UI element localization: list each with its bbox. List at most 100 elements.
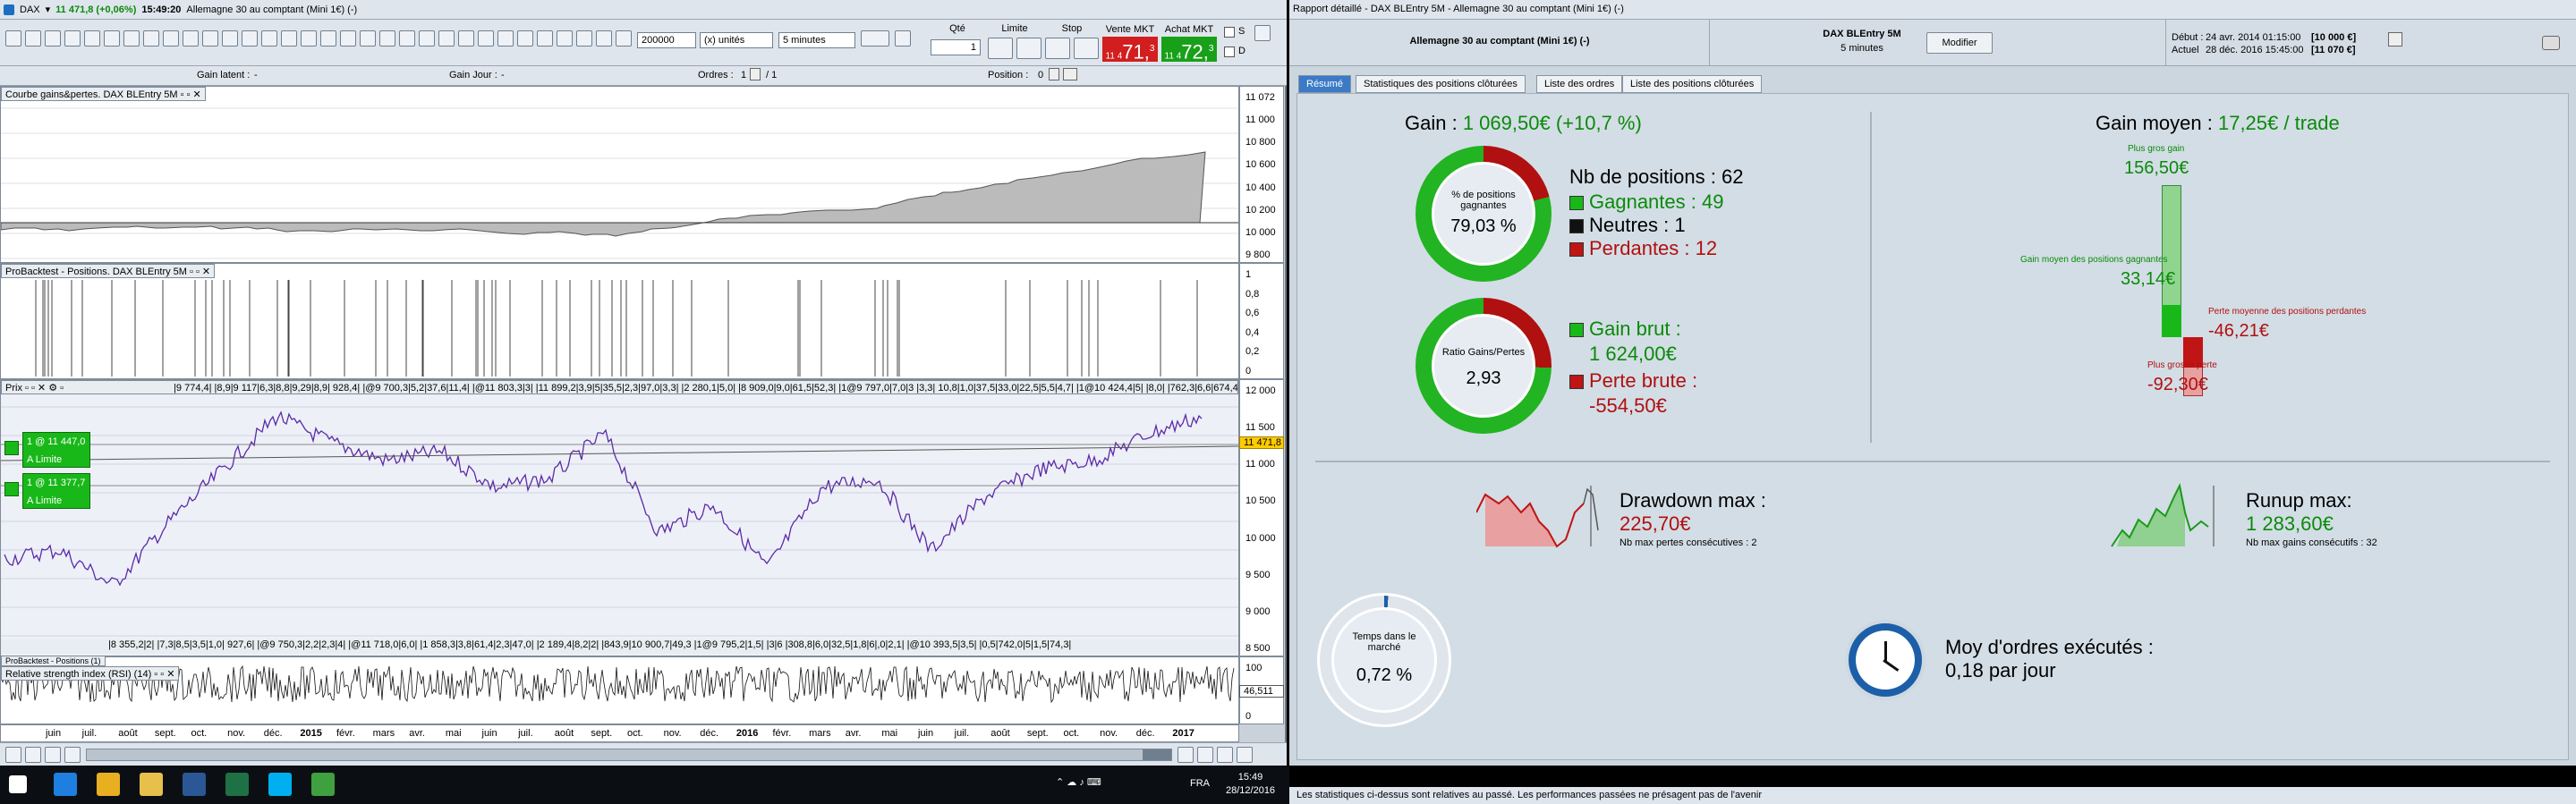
sync-icon[interactable] (5, 747, 21, 763)
s-checkbox[interactable] (1224, 27, 1235, 38)
grid-icon[interactable] (379, 30, 395, 47)
x-tick-label: sept. (154, 728, 176, 739)
qty-input[interactable]: 1 (931, 39, 981, 55)
edge-icon[interactable] (54, 773, 77, 796)
x-tick-label: mai (881, 728, 898, 739)
print-icon[interactable] (458, 30, 474, 47)
explorer-icon[interactable] (140, 773, 163, 796)
y-tick-label: 0 (1245, 366, 1252, 377)
horizontal-scrollbar[interactable] (86, 749, 1172, 761)
order-1-tag[interactable]: 1 @ 11 447,0 A Limite (22, 432, 90, 468)
fibonacci-icon[interactable] (104, 30, 120, 47)
time-in-market-center: Temps dans le marché 0,72 % (1331, 607, 1437, 713)
ellipse-icon[interactable] (261, 30, 277, 47)
magnet-icon[interactable] (183, 30, 199, 47)
trash-icon[interactable] (163, 30, 179, 47)
print-report-icon[interactable] (2542, 36, 2560, 50)
summary-hdivider (1315, 461, 2550, 462)
tab-closed-stats[interactable]: Statistiques des positions clôturées (1356, 75, 1526, 93)
current-price-marker: 11 471,8 (1239, 436, 1284, 449)
period-icon[interactable] (537, 30, 553, 47)
prorealtime-icon[interactable] (311, 773, 335, 796)
rectangle-icon[interactable] (242, 30, 258, 47)
zoom-fit-icon[interactable] (1197, 747, 1213, 763)
word-icon[interactable] (183, 773, 206, 796)
dropdown-icon[interactable]: ▾ (46, 4, 51, 15)
stop-buy-icon[interactable] (1045, 38, 1070, 59)
crosshair-icon[interactable] (64, 747, 81, 763)
orders-value-2: / 1 (766, 70, 778, 80)
cross-icon[interactable] (202, 30, 218, 47)
calendar-icon[interactable] (45, 747, 61, 763)
link-icon[interactable] (616, 30, 632, 47)
mode-icon[interactable] (576, 30, 592, 47)
zoom-icon[interactable] (222, 30, 238, 47)
indicator-icon[interactable] (419, 30, 435, 47)
bar-count-input[interactable]: 200000 (637, 32, 696, 48)
ray-tool-icon[interactable] (45, 30, 61, 47)
chart-type-icon[interactable] (399, 30, 415, 47)
stop-sell-icon[interactable] (1074, 38, 1099, 59)
buy-market-button[interactable]: Achat MKT 11 472,3 (1161, 22, 1217, 63)
zoom-reset-icon[interactable] (1177, 747, 1194, 763)
modify-button[interactable]: Modifier (1926, 32, 1993, 54)
chrome-icon[interactable] (97, 773, 120, 796)
avg-gain-label: Gain moyen : (2096, 112, 2213, 134)
position-detail-icon[interactable] (1063, 68, 1077, 80)
clock-icon[interactable] (25, 747, 41, 763)
tab-closed-positions[interactable]: Liste des positions clôturées (1622, 75, 1763, 93)
order-2-tag[interactable]: 1 @ 11 377,7 A Limite (22, 473, 90, 509)
label-icon[interactable] (301, 30, 317, 47)
excel-icon[interactable] (225, 773, 249, 796)
orders-icon[interactable] (750, 68, 761, 80)
pointer-icon[interactable] (895, 30, 911, 47)
windows-start-icon[interactable] (9, 775, 27, 793)
taskbar-clock[interactable]: 15:49 28/12/2016 (1226, 771, 1275, 798)
order-1-handle-icon[interactable] (4, 441, 19, 455)
interval-select[interactable]: 5 minutes (778, 32, 855, 48)
pencil-icon[interactable] (5, 30, 21, 47)
skype-icon[interactable] (268, 773, 292, 796)
expand-icon[interactable] (1254, 25, 1271, 41)
triangle-icon[interactable] (281, 30, 297, 47)
sell-market-button[interactable]: Vente MKT 11 471,3 (1102, 22, 1158, 63)
x-tick-label: 2015 (300, 728, 322, 739)
position-icon[interactable] (1049, 68, 1059, 80)
text-tool-icon[interactable] (84, 30, 100, 47)
color-icon[interactable] (360, 30, 376, 47)
tab-orders-list[interactable]: Liste des ordres (1536, 75, 1623, 93)
price-chart (1, 406, 1238, 637)
layout-icon[interactable] (497, 30, 514, 47)
units-select[interactable]: (x) unités (700, 32, 773, 48)
hline-tool-icon[interactable] (64, 30, 81, 47)
palette-icon[interactable] (517, 30, 533, 47)
x-tick-label: déc. (263, 728, 283, 739)
save-icon[interactable] (478, 30, 494, 47)
y-tick-label: 9 000 (1245, 605, 1271, 617)
zoom-out-icon[interactable] (1237, 747, 1253, 763)
report-header: Allemagne 30 au comptant (Mini 1€) (-) D… (1289, 20, 2576, 66)
x-tick-label: avr. (409, 728, 425, 739)
gross-gain-icon (1569, 323, 1584, 337)
limit-sell-icon[interactable] (1016, 38, 1041, 59)
language-indicator[interactable]: FRA (1190, 778, 1210, 789)
tab-summary[interactable]: Résumé (1298, 75, 1351, 93)
order-2-handle-icon[interactable] (4, 482, 19, 496)
arrow-icon[interactable] (143, 30, 159, 47)
eye-icon[interactable] (340, 30, 356, 47)
bar-chart-icon[interactable] (861, 30, 889, 47)
instrument-desc: Allemagne 30 au comptant (Mini 1€) (-) (186, 4, 358, 15)
d-checkbox[interactable] (1224, 47, 1235, 57)
export-icon[interactable] (2388, 32, 2402, 47)
flag-icon[interactable] (320, 30, 336, 47)
settings-icon[interactable] (438, 30, 455, 47)
limit-buy-icon[interactable] (988, 38, 1013, 59)
line-tool-icon[interactable] (25, 30, 41, 47)
channel-icon[interactable] (123, 30, 140, 47)
window-icon[interactable] (557, 30, 573, 47)
scrollbar-thumb[interactable] (1143, 749, 1171, 760)
equity-panel-title: Courbe gains&pertes. DAX BLEntry 5M ▫ ▫ … (1, 87, 206, 101)
zoom-in-icon[interactable] (1217, 747, 1233, 763)
scale-icon[interactable] (596, 30, 612, 47)
tray-icons[interactable]: ⌃ ☁ ♪ ⌨ (1056, 776, 1101, 788)
